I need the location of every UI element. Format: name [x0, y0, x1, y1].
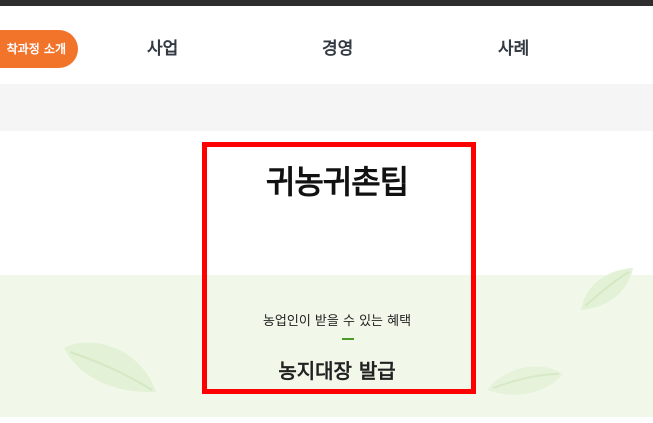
leaf-icon	[581, 268, 633, 310]
leaf-icon	[64, 342, 156, 393]
nav-item-management[interactable]: 경영	[322, 34, 353, 59]
main-navigation: 착과정 소개 사업 경영 사례	[0, 6, 653, 84]
nav-item-cases[interactable]: 사례	[498, 34, 529, 59]
bottom-spacer	[0, 417, 653, 423]
intro-pill-button[interactable]: 착과정 소개	[0, 30, 78, 68]
highlight-box	[202, 142, 476, 394]
leaf-icon	[487, 366, 563, 395]
sub-navigation-bar	[0, 84, 653, 131]
nav-item-business[interactable]: 사업	[147, 34, 178, 59]
